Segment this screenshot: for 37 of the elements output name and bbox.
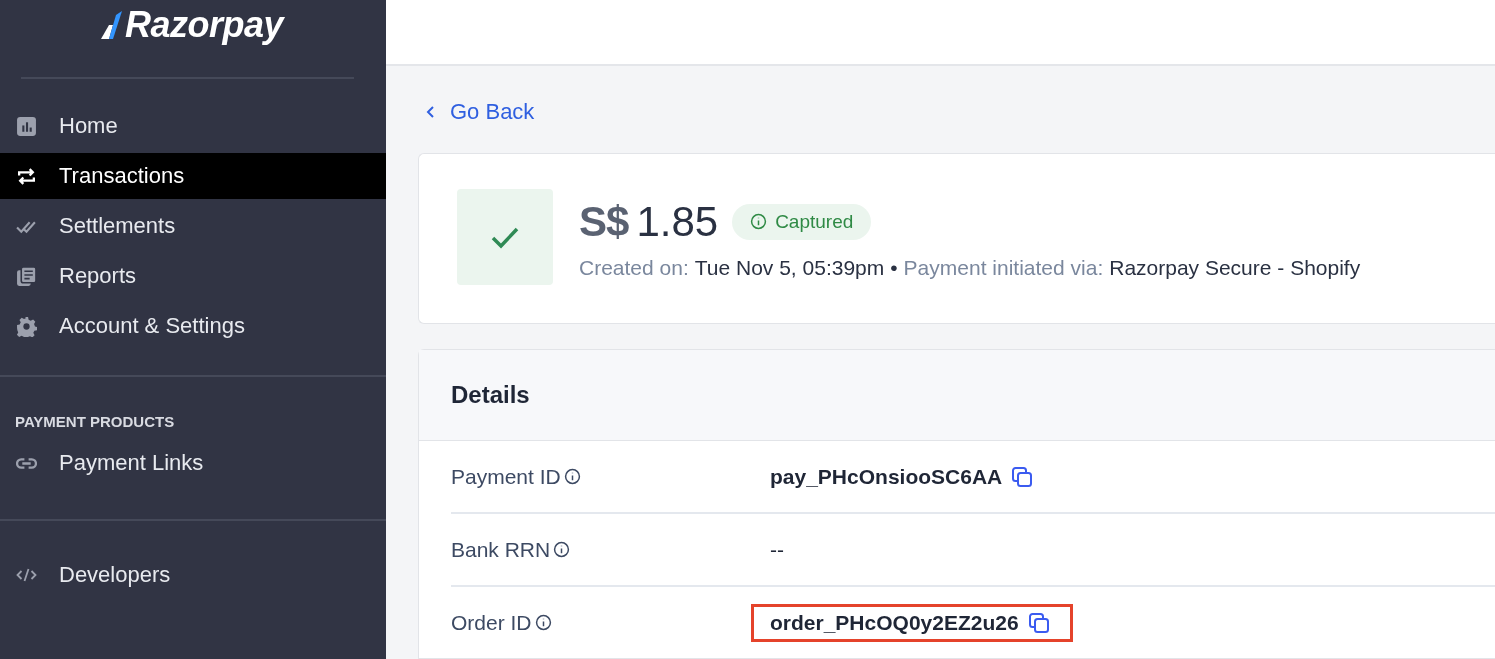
- nav-item[interactable]: Transactions: [0, 153, 386, 199]
- currency-symbol: S$: [579, 197, 629, 246]
- separator-dot: •: [890, 255, 898, 280]
- field-label: Bank RRN: [451, 537, 551, 562]
- status-badge: Captured: [732, 203, 872, 240]
- nav-item[interactable]: Account & Settings: [0, 301, 386, 351]
- field-label: Payment ID: [451, 464, 561, 489]
- settings-icon: [16, 315, 37, 337]
- chevron-left-icon: [426, 104, 436, 120]
- success-check-icon: [457, 188, 553, 285]
- field-value: --: [770, 537, 784, 562]
- copy-icon[interactable]: [1026, 610, 1051, 635]
- field-value: order_PHcOQ0y2EZ2u26: [770, 610, 1019, 635]
- field-label: Order ID: [451, 610, 532, 635]
- meta-value: Tue Nov 5, 05:39pm: [694, 255, 885, 280]
- info-icon[interactable]: [553, 541, 571, 558]
- razorpay-logo[interactable]: Razorpay: [98, 0, 284, 46]
- chart-icon: [16, 115, 37, 137]
- meta-label: Created on:: [579, 255, 689, 280]
- nav-item[interactable]: Developers: [0, 550, 386, 600]
- meta-value: Razorpay Secure - Shopify: [1109, 255, 1361, 280]
- nav-item[interactable]: Home: [0, 101, 386, 151]
- documents-icon: [16, 265, 37, 287]
- section-heading: PAYMENT PRODUCTS: [14, 412, 176, 432]
- info-icon[interactable]: [534, 614, 552, 631]
- field-value: pay_PHcOnsiooSC6AA: [770, 464, 1003, 489]
- nav-item[interactable]: Settlements: [0, 201, 386, 251]
- info-icon[interactable]: [563, 468, 581, 485]
- nav-item[interactable]: Reports: [0, 251, 386, 301]
- nav-item[interactable]: Payment Links: [0, 438, 386, 488]
- code-icon: [16, 568, 37, 582]
- meta-label: Payment initiated via:: [903, 255, 1104, 280]
- payment-amount: 1.85: [636, 197, 719, 246]
- back-link[interactable]: Go Back: [426, 99, 535, 125]
- copy-icon[interactable]: [1010, 464, 1035, 489]
- section-title: Details: [451, 381, 530, 409]
- swap-arrows-icon: [16, 165, 37, 187]
